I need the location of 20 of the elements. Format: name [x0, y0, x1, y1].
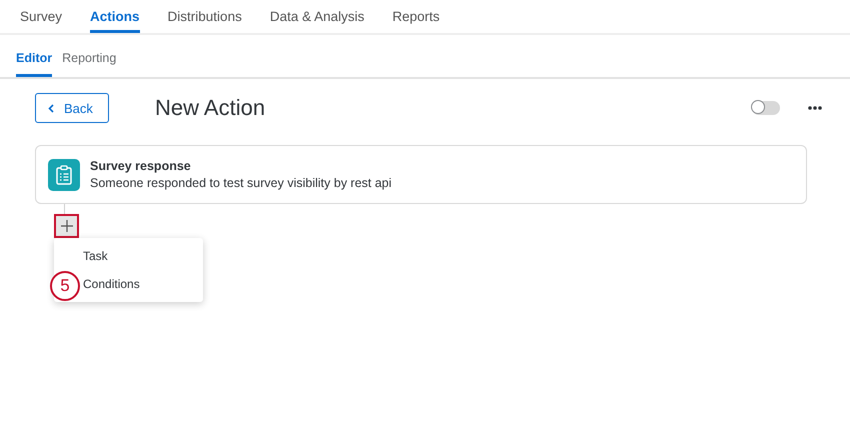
more-options-icon[interactable]: [808, 106, 822, 110]
sub-tab[interactable]: Reporting: [62, 35, 116, 77]
nav-tab[interactable]: Survey: [20, 0, 62, 33]
page-title: New Action: [155, 95, 266, 121]
back-button[interactable]: Back: [35, 93, 109, 123]
menu-item[interactable]: Task: [83, 249, 108, 263]
clipboard-icon: [48, 158, 80, 190]
trigger-title: Survey response: [90, 159, 192, 173]
add-step-button[interactable]: [54, 214, 79, 238]
enable-toggle[interactable]: [752, 101, 780, 115]
trigger-description: Someone responded to test survey visibility by rest api: [90, 176, 392, 190]
sub-tab[interactable]: Editor: [16, 35, 52, 77]
nav-tab[interactable]: Actions: [90, 0, 140, 33]
menu-item[interactable]: Conditions: [83, 277, 140, 291]
plus-icon: [60, 220, 72, 232]
trigger-card[interactable]: Survey response Someone responded to test survey visibility by rest api: [35, 145, 807, 204]
chevron-left-icon: [48, 104, 54, 112]
nav-tab[interactable]: Data & Analysis: [270, 0, 364, 33]
nav-tab[interactable]: Distributions: [168, 0, 242, 33]
nav-tab[interactable]: Reports: [392, 0, 440, 33]
